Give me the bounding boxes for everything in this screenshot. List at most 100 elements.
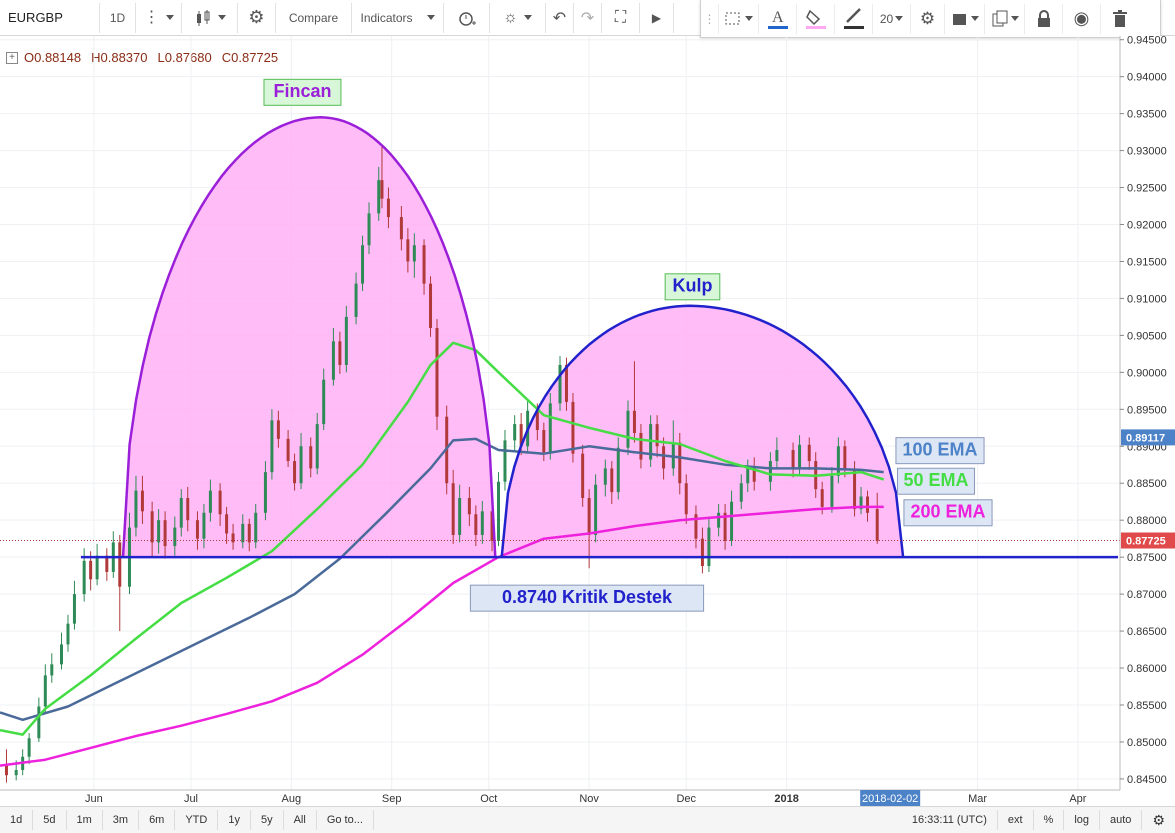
chart-app: { "toolbar": { "symbol": "EURGBP", "inte…	[0, 0, 1175, 833]
candle-body	[134, 490, 138, 528]
fullscreen-button[interactable]: ⛶	[602, 2, 640, 33]
candle-body	[89, 560, 93, 580]
candle-body	[386, 198, 390, 218]
compare-button[interactable]: Compare	[276, 2, 352, 33]
candle-body	[581, 453, 585, 499]
y-tick-label: 0.94500	[1127, 36, 1167, 47]
candles-icon	[196, 9, 209, 26]
candle-body	[807, 444, 811, 462]
candle-body	[700, 538, 704, 567]
undo-icon: ↶	[552, 9, 567, 27]
candle-body	[276, 420, 280, 439]
y-tick-label: 0.94000	[1127, 72, 1167, 84]
auto-toggle[interactable]: auto	[1100, 810, 1143, 830]
ema100-price-tag: 0.89117	[1126, 432, 1165, 444]
range-3m[interactable]: 3m	[103, 810, 140, 830]
candle-body	[208, 490, 212, 513]
candle-body	[309, 446, 313, 469]
x-tick-label: Apr	[1069, 793, 1086, 805]
candle-body	[564, 364, 568, 402]
range-all[interactable]: All	[284, 810, 317, 830]
range-5y[interactable]: 5y	[251, 810, 284, 830]
candle-body	[247, 523, 251, 543]
replay-button[interactable]: ☼	[490, 2, 546, 33]
candle-body	[746, 466, 750, 484]
lock-button[interactable]	[1025, 3, 1063, 34]
play-button[interactable]: ▶	[640, 2, 674, 33]
candle-body	[60, 644, 64, 665]
candle-body	[662, 446, 666, 469]
clock-time[interactable]: 16:33:11 (UTC)	[902, 810, 998, 830]
eye-icon: ◉	[1073, 8, 1090, 28]
percent-toggle[interactable]: %	[1034, 810, 1065, 830]
line-color-button[interactable]	[835, 3, 873, 34]
candle-body	[594, 484, 598, 535]
candle-body	[548, 403, 552, 453]
font-size-select[interactable]: 20	[873, 3, 911, 34]
x-tick-label: Jun	[85, 793, 103, 805]
clone-button[interactable]	[985, 3, 1025, 34]
interval-label: 1D	[109, 10, 126, 25]
candle-body	[875, 509, 879, 541]
range-6m[interactable]: 6m	[139, 810, 176, 830]
ema200-label: 200 EMA	[910, 502, 985, 522]
support-label: 0.8740 Kritik Destek	[502, 587, 673, 607]
price-chart[interactable]: 0.84500 0.85000 0.85500 0.86000 0.86500 0.870…	[0, 36, 1175, 806]
drawing-settings-button[interactable]: ⚙	[911, 3, 945, 34]
drawing-toolbar: ⋮ A 20 ⚙ ◉	[700, 0, 1161, 38]
hide-button[interactable]: ◉	[1063, 3, 1101, 34]
interval-menu-button[interactable]: ⋮	[136, 2, 182, 33]
redo-button[interactable]: ↷	[574, 2, 602, 33]
range-5d[interactable]: 5d	[33, 810, 67, 830]
range-1y[interactable]: 1y	[218, 810, 251, 830]
candle-body	[467, 498, 471, 515]
cup-label: Fincan	[273, 81, 331, 101]
log-toggle[interactable]: log	[1064, 810, 1101, 830]
y-tick-label: 0.90500	[1127, 330, 1167, 342]
candle-body	[179, 498, 183, 528]
candle-body	[853, 468, 857, 510]
select-tool-button[interactable]	[719, 3, 759, 34]
candle-body	[286, 438, 290, 462]
candle-body	[254, 512, 258, 543]
candle-body	[412, 245, 416, 262]
candle-body	[542, 430, 546, 453]
candle-body	[27, 738, 31, 757]
symbol-input[interactable]: EURGBP	[0, 2, 100, 33]
y-tick-label: 0.84500	[1127, 774, 1167, 786]
range-ytd[interactable]: YTD	[175, 810, 219, 830]
fullscreen-icon: ⛶	[614, 8, 627, 26]
visibility-template-button[interactable]	[945, 3, 985, 34]
candle-body	[118, 542, 122, 587]
candle-body	[50, 664, 54, 676]
candle-body	[603, 468, 607, 485]
chart-style-button[interactable]	[182, 2, 238, 33]
gear-icon: ⚙	[248, 7, 265, 27]
candle-body	[474, 514, 478, 535]
text-color-button[interactable]: A	[759, 3, 797, 34]
interval-button[interactable]: 1D	[100, 2, 136, 33]
ema100-label: 100 EMA	[902, 439, 977, 459]
fill-color-button[interactable]	[797, 3, 835, 34]
candle-body	[299, 446, 303, 484]
alert-button[interactable]	[444, 2, 490, 33]
range-1d[interactable]: 1d	[0, 810, 34, 830]
bottom-right-group: 16:33:11 (UTC) ext % log auto ⚙	[902, 807, 1175, 833]
chart-settings-button[interactable]: ⚙	[1142, 810, 1175, 830]
candle-body	[315, 424, 319, 469]
chevron-down-icon	[426, 15, 435, 20]
template-icon	[952, 13, 966, 25]
settings-button[interactable]: ⚙	[238, 2, 276, 33]
indicators-button[interactable]: Indicators	[352, 2, 444, 33]
undo-button[interactable]: ↶	[546, 2, 574, 33]
range-1m[interactable]: 1m	[67, 810, 103, 830]
candle-body	[587, 498, 591, 535]
candle-body	[14, 770, 18, 776]
copy-icon	[992, 10, 1007, 26]
ext-toggle[interactable]: ext	[998, 810, 1034, 830]
drag-handle[interactable]: ⋮	[701, 3, 719, 34]
candle-body	[768, 461, 772, 482]
goto-button[interactable]: Go to...	[317, 810, 374, 830]
delete-button[interactable]	[1101, 4, 1139, 34]
candle-body	[367, 213, 371, 246]
